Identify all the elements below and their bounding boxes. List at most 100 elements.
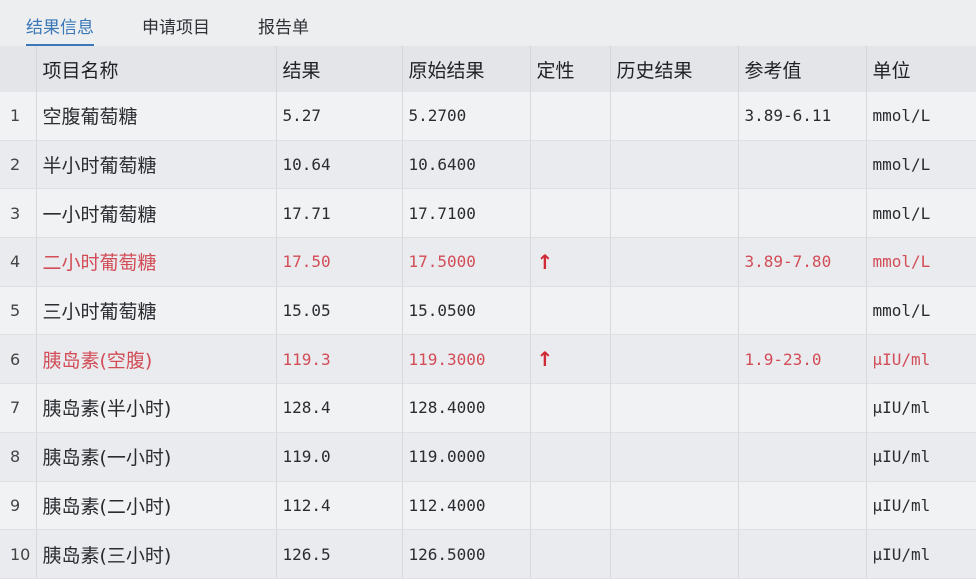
reference-range: [738, 188, 867, 239]
unit: μIU/ml: [866, 334, 976, 385]
table-row[interactable]: 4 二小时葡萄糖 17.50 17.5000 ↑ 3.89-7.80 mmol/L: [0, 237, 976, 287]
header-raw-result[interactable]: 原始结果: [402, 46, 531, 92]
tab-bar: 结果信息 申请项目 报告单: [0, 0, 976, 46]
history-result: [610, 383, 739, 433]
tab-requested-items[interactable]: 申请项目: [142, 13, 210, 46]
table-row[interactable]: 3 一小时葡萄糖 17.71 17.7100 mmol/L: [0, 188, 976, 239]
reference-range: 3.89-6.11: [738, 92, 867, 141]
qualitative-flag: [530, 92, 611, 141]
qualitative-flag: [530, 140, 611, 190]
unit: mmol/L: [866, 92, 976, 141]
unit: μIU/ml: [866, 432, 976, 482]
history-result: [610, 334, 739, 385]
unit: μIU/ml: [866, 529, 976, 579]
row-index: 3: [0, 188, 37, 239]
table-row[interactable]: 8 胰岛素(一小时) 119.0 119.0000 μIU/ml: [0, 432, 976, 482]
row-index: 9: [0, 481, 37, 531]
row-index: 4: [0, 237, 37, 287]
history-result: [610, 188, 739, 239]
up-arrow-icon: ↑: [536, 347, 554, 372]
results-table: 项目名称 结果 原始结果 定性 历史结果 参考值 单位 1 空腹葡萄糖 5.27 5.…: [0, 46, 976, 579]
history-result: [610, 92, 739, 141]
result-value: 119.3: [276, 334, 403, 385]
table-header-row: 项目名称 结果 原始结果 定性 历史结果 参考值 单位: [0, 46, 976, 92]
raw-result-value: 15.0500: [402, 286, 531, 336]
result-value: 17.71: [276, 188, 403, 239]
history-result: [610, 140, 739, 190]
raw-result-value: 112.4000: [402, 481, 531, 531]
row-index: 2: [0, 140, 37, 190]
row-index: 5: [0, 286, 37, 336]
item-name: 胰岛素(一小时): [36, 432, 277, 482]
qualitative-flag: [530, 432, 611, 482]
unit: mmol/L: [866, 286, 976, 336]
header-unit[interactable]: 单位: [866, 46, 976, 92]
item-name: 三小时葡萄糖: [36, 286, 277, 336]
row-index: 10: [0, 529, 37, 579]
result-value: 119.0: [276, 432, 403, 482]
item-name: 半小时葡萄糖: [36, 140, 277, 190]
reference-range: [738, 432, 867, 482]
header-result[interactable]: 结果: [276, 46, 403, 92]
reference-range: [738, 383, 867, 433]
reference-range: [738, 140, 867, 190]
reference-range: [738, 286, 867, 336]
raw-result-value: 10.6400: [402, 140, 531, 190]
header-index: [0, 46, 37, 92]
qualitative-flag: [530, 383, 611, 433]
raw-result-value: 119.3000: [402, 334, 531, 385]
result-value: 126.5: [276, 529, 403, 579]
history-result: [610, 481, 739, 531]
raw-result-value: 17.5000: [402, 237, 531, 287]
header-history[interactable]: 历史结果: [610, 46, 739, 92]
row-index: 6: [0, 334, 37, 385]
reference-range: 1.9-23.0: [738, 334, 867, 385]
raw-result-value: 126.5000: [402, 529, 531, 579]
qualitative-flag: [530, 286, 611, 336]
table-row[interactable]: 9 胰岛素(二小时) 112.4 112.4000 μIU/ml: [0, 481, 976, 531]
history-result: [610, 432, 739, 482]
unit: μIU/ml: [866, 481, 976, 531]
table-row[interactable]: 1 空腹葡萄糖 5.27 5.2700 3.89-6.11 mmol/L: [0, 92, 976, 141]
reference-range: [738, 529, 867, 579]
raw-result-value: 5.2700: [402, 92, 531, 141]
item-name: 胰岛素(三小时): [36, 529, 277, 579]
unit: mmol/L: [866, 140, 976, 190]
history-result: [610, 529, 739, 579]
table-row[interactable]: 2 半小时葡萄糖 10.64 10.6400 mmol/L: [0, 140, 976, 190]
item-name: 二小时葡萄糖: [36, 237, 277, 287]
unit: mmol/L: [866, 188, 976, 239]
table-row[interactable]: 7 胰岛素(半小时) 128.4 128.4000 μIU/ml: [0, 383, 976, 433]
raw-result-value: 17.7100: [402, 188, 531, 239]
row-index: 7: [0, 383, 37, 433]
unit: μIU/ml: [866, 383, 976, 433]
qualitative-flag: [530, 529, 611, 579]
result-value: 128.4: [276, 383, 403, 433]
header-qualitative[interactable]: 定性: [530, 46, 611, 92]
result-value: 112.4: [276, 481, 403, 531]
reference-range: 3.89-7.80: [738, 237, 867, 287]
history-result: [610, 286, 739, 336]
table-row[interactable]: 5 三小时葡萄糖 15.05 15.0500 mmol/L: [0, 286, 976, 336]
raw-result-value: 119.0000: [402, 432, 531, 482]
tab-report[interactable]: 报告单: [258, 13, 309, 46]
tab-result-info[interactable]: 结果信息: [26, 13, 94, 46]
result-value: 15.05: [276, 286, 403, 336]
row-index: 8: [0, 432, 37, 482]
unit: mmol/L: [866, 237, 976, 287]
result-value: 17.50: [276, 237, 403, 287]
table-row[interactable]: 10 胰岛素(三小时) 126.5 126.5000 μIU/ml: [0, 529, 976, 579]
history-result: [610, 237, 739, 287]
item-name: 一小时葡萄糖: [36, 188, 277, 239]
qualitative-flag: [530, 188, 611, 239]
header-reference[interactable]: 参考值: [738, 46, 867, 92]
qualitative-flag: [530, 481, 611, 531]
raw-result-value: 128.4000: [402, 383, 531, 433]
result-value: 10.64: [276, 140, 403, 190]
header-item-name[interactable]: 项目名称: [36, 46, 277, 92]
item-name: 空腹葡萄糖: [36, 92, 277, 141]
result-value: 5.27: [276, 92, 403, 141]
table-row[interactable]: 6 胰岛素(空腹) 119.3 119.3000 ↑ 1.9-23.0 μIU/ml: [0, 334, 976, 385]
qualitative-flag: ↑: [530, 334, 611, 385]
item-name: 胰岛素(二小时): [36, 481, 277, 531]
